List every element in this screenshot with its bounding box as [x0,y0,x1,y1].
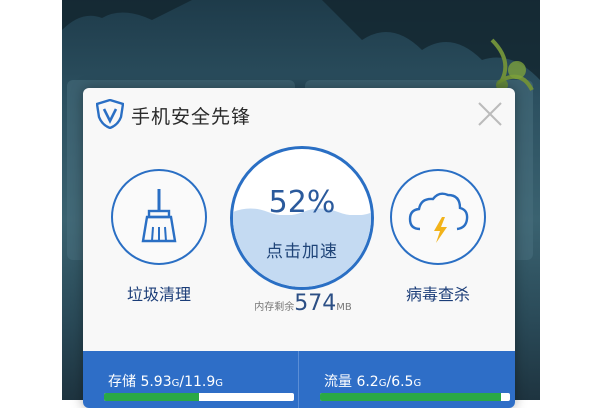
storage-total-unit: G [215,378,224,389]
storage-stat[interactable]: 存储 5.93G/11.9G [83,351,298,408]
dialog-title: 手机安全先锋 [131,106,252,128]
shield-logo-icon [96,99,124,129]
security-dialog: 手机安全先锋 垃圾清理 52% 点击加速 内存剩余574MB 病毒查杀 存储 5… [83,88,515,408]
memory-remaining: 内存剩余574MB [228,291,378,316]
traffic-used: 6.2 [356,374,379,390]
junk-clean-button[interactable] [111,169,207,265]
virus-scan-button[interactable] [390,169,486,265]
cloud-lightning-icon [408,192,469,243]
memory-percent: 52% [268,185,336,220]
storage-text: 存储 5.93G/11.9G [108,371,223,391]
dialog-header: 手机安全先锋 [83,88,515,140]
virus-scan-label: 病毒查杀 [405,285,470,304]
traffic-total: 6.5 [391,374,414,390]
junk-clean-label: 垃圾清理 [126,285,191,304]
traffic-text: 流量 6.2G/6.5G [324,371,421,391]
storage-used: 5.93 [140,374,172,390]
traffic-stat[interactable]: 流量 6.2G/6.5G [299,351,514,408]
boost-button[interactable]: 52% 点击加速 [230,146,374,290]
memory-value: 574 [294,291,337,316]
traffic-label: 流量 [324,374,352,390]
broom-icon [141,189,177,243]
usage-panel: 存储 5.93G/11.9G 流量 6.2G/6.5G [83,351,515,408]
memory-prefix: 内存剩余 [254,302,295,313]
storage-label: 存储 [108,374,136,390]
storage-total: 11.9 [184,374,216,390]
close-icon[interactable] [476,100,504,128]
traffic-total-unit: G [413,378,422,389]
memory-unit: MB [336,302,352,313]
boost-label: 点击加速 [266,242,338,262]
